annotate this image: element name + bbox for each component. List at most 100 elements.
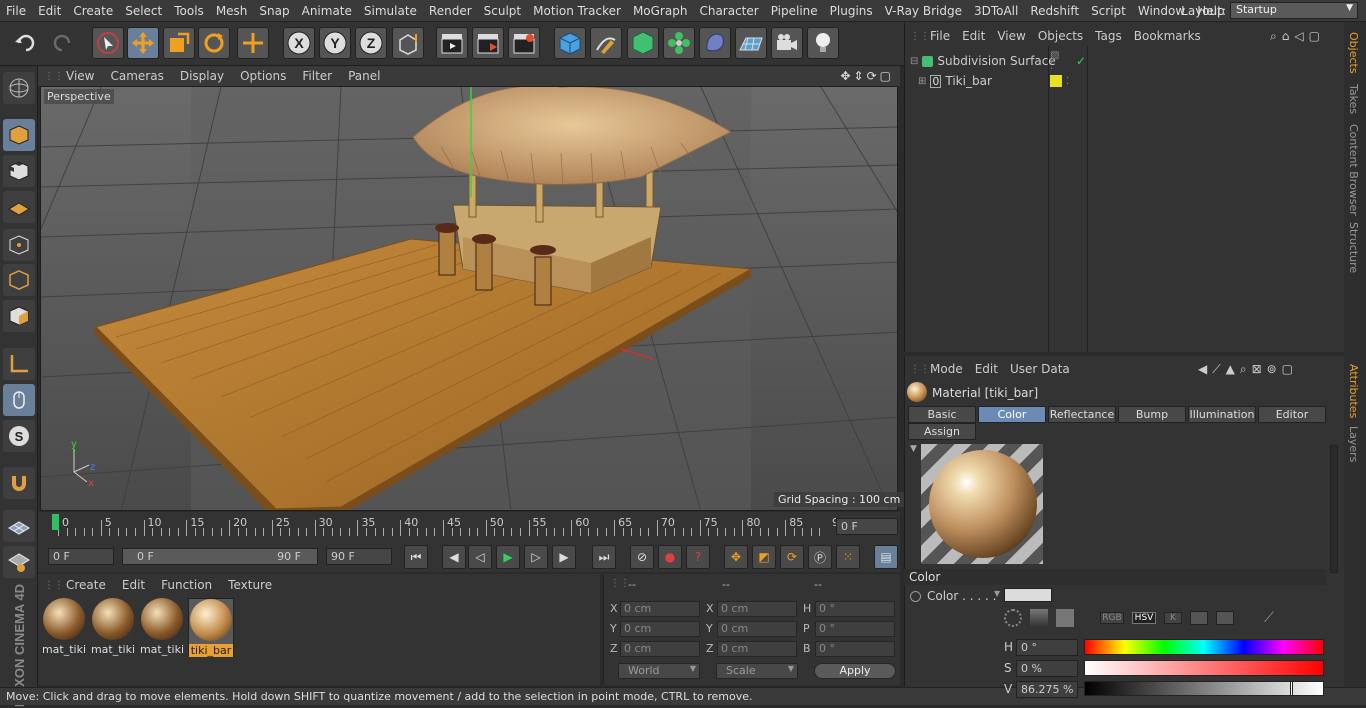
value-slider[interactable] bbox=[1084, 681, 1324, 696]
x-axis-lock-button[interactable]: X bbox=[283, 27, 315, 59]
kelvin-mode-button[interactable]: K bbox=[1164, 612, 1182, 624]
side-tab-content-browser[interactable]: Content Browser bbox=[1347, 124, 1360, 216]
move-tool-button[interactable] bbox=[127, 27, 159, 59]
material-swatch-selected[interactable]: tiki_bar bbox=[188, 598, 234, 657]
z-axis-lock-button[interactable]: Z bbox=[355, 27, 387, 59]
render-picture-viewer-button[interactable] bbox=[472, 27, 504, 59]
menu-render[interactable]: Render bbox=[423, 4, 478, 18]
tab-assign[interactable]: Assign bbox=[908, 423, 976, 440]
timeline-ruler[interactable]: 051015202530354045505560657075808590 0 F bbox=[38, 512, 900, 542]
menu-select[interactable]: Select bbox=[119, 4, 168, 18]
tweak-mode-button[interactable] bbox=[3, 384, 35, 416]
coordinate-system-button[interactable] bbox=[392, 27, 424, 59]
position-x-field[interactable]: 0 cm bbox=[620, 601, 700, 617]
position-y-field[interactable]: 0 cm bbox=[620, 621, 700, 637]
key-pla-button[interactable]: ⁙ bbox=[836, 545, 860, 569]
layout-dropdown[interactable]: Startup ▼ bbox=[1230, 2, 1358, 19]
floor-button[interactable] bbox=[735, 27, 767, 59]
keyframe-selection-button[interactable]: ? bbox=[686, 545, 710, 569]
size-y-field[interactable]: 0 cm bbox=[717, 621, 797, 637]
rotation-h-field[interactable]: 0 ° bbox=[815, 601, 895, 617]
menu-tools[interactable]: Tools bbox=[168, 4, 210, 18]
spectrum-icon[interactable] bbox=[1030, 609, 1048, 627]
swatches-icon[interactable] bbox=[1216, 611, 1234, 625]
menu-script[interactable]: Script bbox=[1085, 4, 1132, 18]
object-menu-objects[interactable]: Objects bbox=[1032, 29, 1089, 43]
menu-character[interactable]: Character bbox=[693, 4, 764, 18]
render-settings-button[interactable] bbox=[508, 27, 540, 59]
coordinate-space-dropdown[interactable]: World ▼ bbox=[618, 663, 700, 679]
previous-key-button[interactable]: ◀ bbox=[442, 545, 466, 569]
subdivision-surface-button[interactable] bbox=[627, 27, 659, 59]
object-menu-bookmarks[interactable]: Bookmarks bbox=[1128, 29, 1207, 43]
color-swatch[interactable] bbox=[1004, 588, 1052, 602]
frame-range-slider[interactable]: 0 F 90 F bbox=[122, 548, 318, 565]
material-swatch[interactable]: mat_tiki bbox=[41, 598, 87, 656]
attribute-menu-user-data[interactable]: User Data bbox=[1004, 362, 1076, 376]
menu-file[interactable]: File bbox=[0, 4, 32, 18]
viewport-menu-panel[interactable]: Panel bbox=[340, 69, 388, 83]
3d-viewport[interactable]: y z x bbox=[40, 86, 898, 511]
object-menu-view[interactable]: View bbox=[991, 29, 1031, 43]
menu-sculpt[interactable]: Sculpt bbox=[478, 4, 527, 18]
side-tab-attributes[interactable]: Attributes bbox=[1347, 364, 1360, 418]
attribute-menu-mode[interactable]: Mode bbox=[924, 362, 969, 376]
key-parameter-button[interactable]: Ⓟ bbox=[808, 545, 832, 569]
viewport-menu-options[interactable]: Options bbox=[232, 69, 294, 83]
viewport-nav-icons[interactable]: ✥⇕⟳▢ bbox=[840, 69, 894, 83]
saturation-slider[interactable] bbox=[1084, 660, 1324, 676]
attribute-toolbar-icons[interactable]: ◀⟋▲⌕⊠⊚▢ bbox=[1198, 362, 1298, 377]
coordinate-mode-dropdown[interactable]: Scale ▼ bbox=[716, 663, 798, 679]
visibility-dots-icon[interactable]: ▨ ⁚ bbox=[1050, 50, 1059, 72]
go-to-start-button[interactable]: ⏮ bbox=[404, 545, 428, 569]
hue-field[interactable]: 0 ° bbox=[1016, 639, 1078, 656]
tab-reflectance[interactable]: Reflectance bbox=[1048, 406, 1116, 423]
light-button[interactable] bbox=[807, 27, 839, 59]
rotation-p-field[interactable]: 0 ° bbox=[815, 621, 895, 637]
material-menu-edit[interactable]: Edit bbox=[114, 578, 153, 592]
menu-3dtoall[interactable]: 3DToAll bbox=[968, 4, 1024, 18]
key-position-button[interactable]: ✥ bbox=[724, 545, 748, 569]
attribute-menu-edit[interactable]: Edit bbox=[969, 362, 1004, 376]
mixer-icon[interactable] bbox=[1190, 611, 1208, 625]
make-editable-button[interactable] bbox=[3, 72, 35, 104]
hue-slider[interactable] bbox=[1084, 639, 1324, 655]
menu-redshift[interactable]: Redshift bbox=[1024, 4, 1085, 18]
viewport-menu-filter[interactable]: Filter bbox=[294, 69, 340, 83]
menu-edit[interactable]: Edit bbox=[32, 4, 67, 18]
rotation-b-field[interactable]: 0 ° bbox=[815, 641, 895, 657]
model-mode-button[interactable] bbox=[3, 119, 35, 151]
collapse-triangle-icon[interactable]: ▼ bbox=[910, 444, 917, 454]
menu-mograph[interactable]: MoGraph bbox=[627, 4, 694, 18]
timeline-window-button[interactable]: ▤ bbox=[874, 545, 898, 569]
points-mode-button[interactable] bbox=[3, 229, 35, 261]
size-x-field[interactable]: 0 cm bbox=[717, 601, 797, 617]
camera-button[interactable] bbox=[771, 27, 803, 59]
y-axis-lock-button[interactable]: Y bbox=[319, 27, 351, 59]
apply-button[interactable]: Apply bbox=[814, 663, 896, 679]
rotate-tool-button[interactable] bbox=[198, 27, 230, 59]
value-field[interactable]: 86.275 % bbox=[1016, 681, 1078, 698]
workplane-grid-button[interactable] bbox=[3, 510, 35, 542]
menu-mesh[interactable]: Mesh bbox=[210, 4, 254, 18]
attribute-scrollbar[interactable] bbox=[1330, 445, 1338, 573]
texture-mode-button[interactable] bbox=[3, 155, 35, 187]
solo-button[interactable]: S bbox=[3, 420, 35, 452]
end-frame-field[interactable]: 90 F bbox=[326, 548, 392, 565]
saturation-field[interactable]: 0 % bbox=[1016, 660, 1078, 677]
transform-tool-button[interactable] bbox=[237, 27, 269, 59]
value-slider-handle[interactable] bbox=[1290, 681, 1294, 696]
polygons-mode-button[interactable] bbox=[3, 300, 35, 332]
key-scale-button[interactable]: ◩ bbox=[752, 545, 776, 569]
color-wheel-icon[interactable] bbox=[1004, 609, 1022, 627]
axis-mode-button[interactable] bbox=[3, 348, 35, 380]
viewport-menu-view[interactable]: View bbox=[58, 69, 102, 83]
menu-simulate[interactable]: Simulate bbox=[358, 4, 423, 18]
hsv-mode-button[interactable]: HSV bbox=[1132, 612, 1156, 624]
viewport-menu-cameras[interactable]: Cameras bbox=[102, 69, 171, 83]
position-z-field[interactable]: 0 cm bbox=[620, 641, 700, 657]
menu-create[interactable]: Create bbox=[67, 4, 119, 18]
tab-color[interactable]: Color bbox=[978, 406, 1046, 423]
next-key-button[interactable]: ▶ bbox=[552, 545, 576, 569]
key-rotation-button[interactable]: ⟳ bbox=[780, 545, 804, 569]
